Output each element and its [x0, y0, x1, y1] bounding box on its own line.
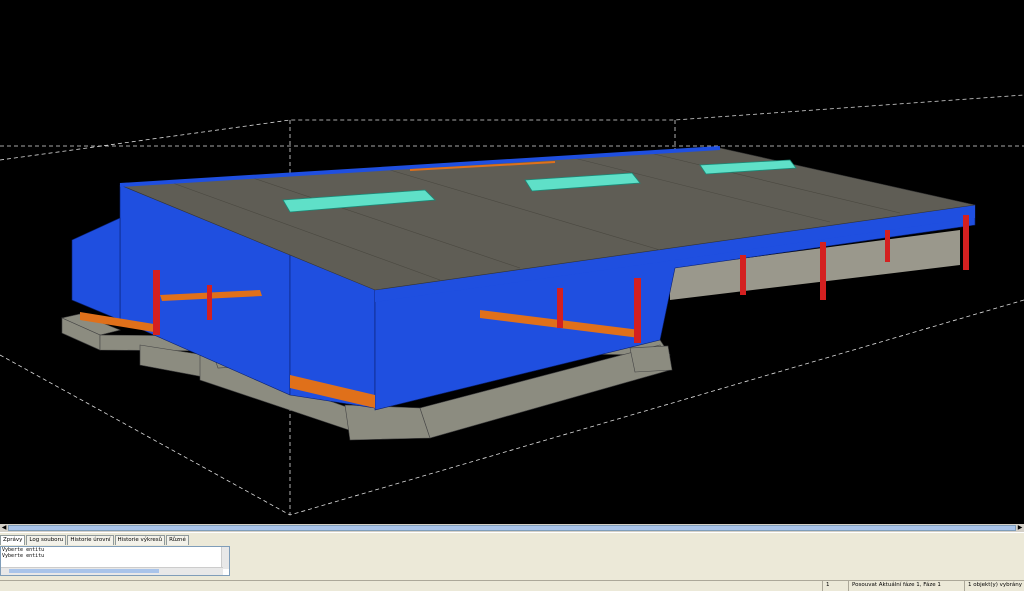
viewport-scrollbar[interactable]: ◀ ▶	[0, 524, 1024, 532]
scroll-right-icon[interactable]: ▶	[1016, 524, 1024, 532]
left-wall-extension	[71, 217, 121, 321]
log-vertical-scrollbar[interactable]	[221, 547, 229, 569]
message-panel: Zprávy Log souboru Historie úrovní Histo…	[0, 532, 1024, 581]
building-model	[0, 94, 1024, 516]
scrollbar-thumb[interactable]	[8, 525, 1016, 531]
panel-tabs: Zprávy Log souboru Historie úrovní Histo…	[0, 535, 190, 545]
tab-log-file[interactable]: Log souboru	[26, 535, 67, 545]
tab-level-history[interactable]: Historie úrovní	[67, 535, 114, 545]
status-bar: 1 Posouvat Aktuální fáze 1, Fáze 1 1 obj…	[0, 580, 1024, 591]
tab-misc[interactable]: Různé	[166, 535, 189, 545]
3d-viewport[interactable]	[0, 0, 1024, 524]
tab-messages[interactable]: Zprávy	[0, 535, 26, 545]
message-log[interactable]: Vyberte entitu Vyberte entitu	[0, 546, 230, 576]
scroll-left-icon[interactable]: ◀	[0, 524, 8, 532]
log-line: Vyberte entitu	[2, 553, 45, 559]
tab-drawing-history[interactable]: Historie výkresů	[114, 535, 166, 545]
log-scrollbar-thumb[interactable]	[9, 569, 159, 573]
log-horizontal-scrollbar[interactable]	[1, 567, 223, 575]
